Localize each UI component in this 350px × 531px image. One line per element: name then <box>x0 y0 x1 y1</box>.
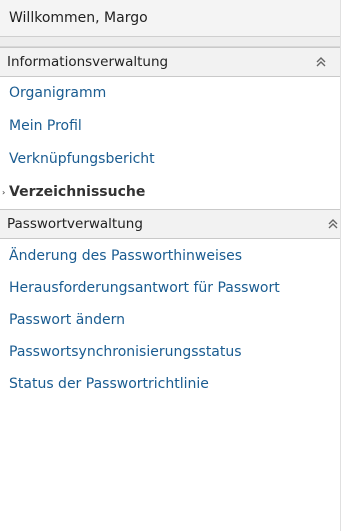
nav-link-herausforderungsantwort[interactable]: Herausforderungsantwort für Passwort <box>0 273 340 305</box>
divider <box>0 37 340 47</box>
nav-link-verknuepfungsbericht[interactable]: Verknüpfungsbericht <box>0 143 340 176</box>
bullet-arrow-icon: › <box>2 188 6 197</box>
section-items-passwortverwaltung: Änderung des Passworthinweises Herausfor… <box>0 239 340 401</box>
nav-link-passwort-aendern[interactable]: Passwort ändern <box>0 305 340 337</box>
welcome-message: Willkommen, Margo <box>0 0 340 37</box>
double-chevron-up-icon <box>316 57 326 67</box>
nav-link-organigramm[interactable]: Organigramm <box>0 77 340 110</box>
section-header-passwortverwaltung[interactable]: Passwortverwaltung <box>0 209 340 239</box>
nav-link-passwortrichtlinie[interactable]: Status der Passwortrichtlinie <box>0 369 340 401</box>
section-title: Passwortverwaltung <box>7 216 143 232</box>
section-header-informationsverwaltung[interactable]: Informationsverwaltung <box>0 47 340 77</box>
nav-link-verzeichnissuche[interactable]: › Verzeichnissuche <box>0 176 340 209</box>
double-chevron-up-icon <box>328 219 338 229</box>
collapse-button[interactable] <box>326 215 340 233</box>
nav-link-label: Verzeichnissuche <box>9 184 146 200</box>
section-items-informationsverwaltung: Organigramm Mein Profil Verknüpfungsberi… <box>0 77 340 209</box>
navigation-panel: Willkommen, Margo Informationsverwaltung… <box>0 0 341 531</box>
nav-link-mein-profil[interactable]: Mein Profil <box>0 110 340 143</box>
nav-link-passworthinweis[interactable]: Änderung des Passworthinweises <box>0 241 340 273</box>
collapse-button[interactable] <box>312 53 330 71</box>
section-title: Informationsverwaltung <box>7 54 169 70</box>
nav-link-synchronisierungsstatus[interactable]: Passwortsynchronisierungsstatus <box>0 337 340 369</box>
